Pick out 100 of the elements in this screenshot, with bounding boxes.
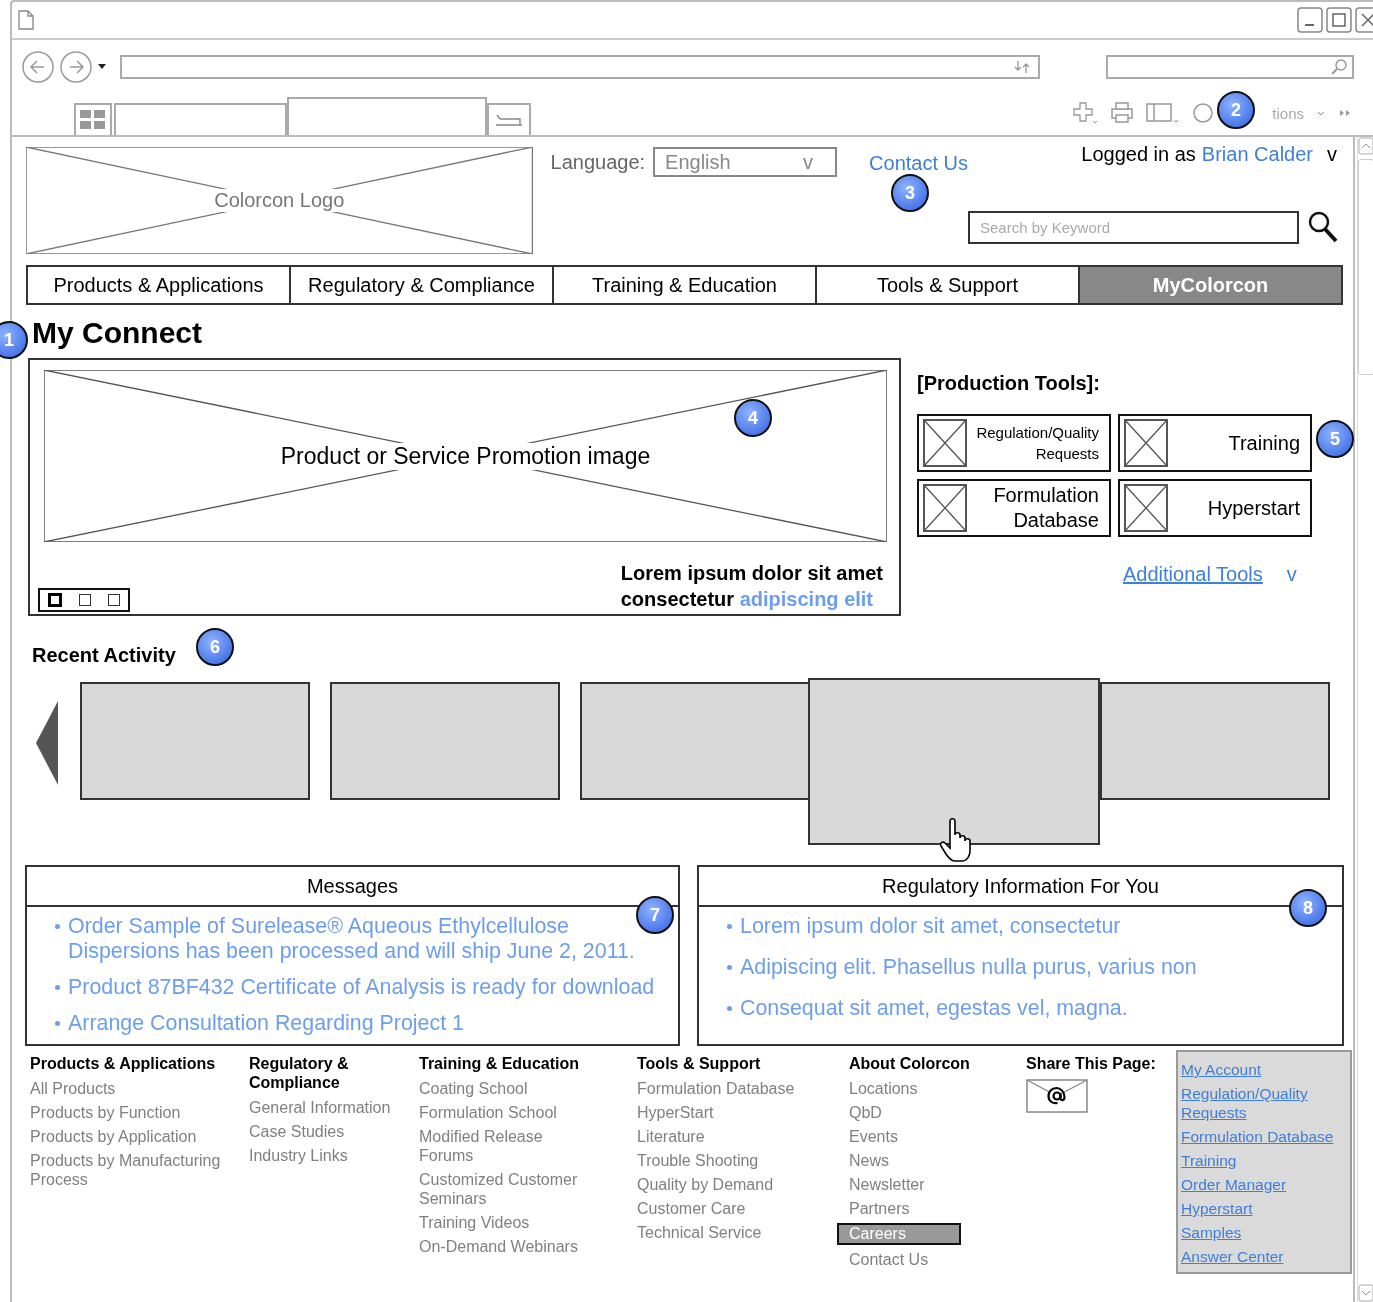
- dropdown-caret-icon[interactable]: [98, 64, 106, 70]
- footer-link[interactable]: Products by Application: [30, 1127, 230, 1146]
- footer-link[interactable]: Customized Customer Seminars: [419, 1170, 599, 1208]
- email-icon[interactable]: [1026, 1079, 1088, 1113]
- quick-link[interactable]: Regulation/Quality Requests: [1181, 1084, 1350, 1122]
- user-link[interactable]: Brian Calder: [1201, 143, 1313, 166]
- image-placeholder-icon: [923, 419, 967, 467]
- promo-link[interactable]: adipiscing elit: [739, 588, 874, 610]
- quick-link[interactable]: Samples: [1181, 1223, 1350, 1242]
- scrollbar[interactable]: [1357, 137, 1373, 1302]
- additional-tools-link[interactable]: Additional Tools: [1123, 563, 1263, 586]
- plus-icon[interactable]: [1072, 101, 1099, 125]
- footer-link[interactable]: Partners: [849, 1199, 910, 1218]
- close-icon[interactable]: [1355, 7, 1373, 33]
- nav-tab[interactable]: Training & Education: [552, 265, 817, 305]
- language-select[interactable]: English v: [653, 147, 838, 177]
- footer-link[interactable]: Events: [849, 1127, 898, 1146]
- bullet-icon: [727, 924, 732, 929]
- options-menu-label[interactable]: tions: [1272, 104, 1304, 122]
- nav-tab[interactable]: Products & Applications: [26, 265, 291, 305]
- quick-link[interactable]: Hyperstart: [1181, 1199, 1350, 1218]
- footer-link[interactable]: Locations: [849, 1079, 918, 1098]
- tab-grid-button[interactable]: [74, 103, 112, 135]
- regulatory-link[interactable]: Lorem ipsum dolor sit amet, consectetur: [740, 914, 1121, 939]
- footer-link[interactable]: Formulation Database: [637, 1079, 795, 1098]
- callout-marker: 2: [1217, 91, 1255, 129]
- circle-icon[interactable]: [1192, 102, 1215, 124]
- footer-link[interactable]: Products by Manufacturing Process: [30, 1151, 230, 1189]
- search-field[interactable]: Search by Keyword: [968, 210, 1299, 244]
- regulatory-link[interactable]: Adipiscing elit. Phasellus nulla purus, varius non: [740, 955, 1197, 980]
- minimize-icon[interactable]: [1297, 7, 1323, 33]
- footer-link[interactable]: Customer Care: [637, 1199, 746, 1218]
- browser-tab[interactable]: [114, 103, 287, 135]
- callout-marker: 7: [636, 896, 674, 934]
- scroll-down-icon[interactable]: [1358, 1284, 1373, 1302]
- grid-icon: [80, 110, 106, 130]
- user-menu-caret[interactable]: v: [1327, 143, 1337, 166]
- new-tab-button[interactable]: [487, 103, 531, 135]
- quick-link[interactable]: Formulation Database: [1181, 1127, 1350, 1146]
- chevrons-icon[interactable]: [1338, 108, 1352, 118]
- refresh-icon[interactable]: [1014, 60, 1030, 74]
- message-link[interactable]: Product 87BF432 Certificate of Analysis is ready for download: [68, 975, 655, 1000]
- footer-link[interactable]: Modified Release Forums: [419, 1127, 599, 1165]
- bullet-icon: [727, 965, 732, 970]
- footer-link[interactable]: Literature: [637, 1127, 705, 1146]
- footer-link[interactable]: News: [849, 1151, 889, 1170]
- print-icon[interactable]: [1110, 102, 1135, 124]
- quick-link[interactable]: My Account: [1181, 1060, 1350, 1079]
- footer-link[interactable]: Careers: [837, 1223, 961, 1245]
- section-heading: [Production Tools]:: [917, 372, 1101, 395]
- contact-link[interactable]: Contact Us: [869, 152, 968, 175]
- caret-icon[interactable]: [1316, 109, 1326, 117]
- address-field[interactable]: [120, 55, 1040, 79]
- tool-button[interactable]: Formulation Database: [917, 479, 1111, 537]
- footer-link[interactable]: Newsletter: [849, 1175, 925, 1194]
- footer-link[interactable]: Formulation School: [419, 1103, 599, 1122]
- previous-arrow-icon[interactable]: [36, 701, 60, 785]
- footer-link[interactable]: On-Demand Webinars: [419, 1237, 599, 1256]
- tool-button[interactable]: Training: [1118, 414, 1312, 472]
- footer-link[interactable]: General Information: [249, 1098, 391, 1117]
- nav-tab[interactable]: Tools & Support: [815, 265, 1080, 305]
- dropdown-caret[interactable]: v: [1286, 563, 1297, 586]
- activity-card[interactable]: [580, 682, 810, 800]
- footer-link[interactable]: Industry Links: [249, 1146, 348, 1165]
- message-link[interactable]: Arrange Consultation Regarding Project 1: [68, 1011, 464, 1036]
- footer-link[interactable]: Contact Us: [849, 1250, 929, 1269]
- footer-link[interactable]: Training Videos: [419, 1213, 599, 1232]
- scroll-up-icon[interactable]: [1358, 137, 1373, 155]
- nav-tab[interactable]: Regulatory & Compliance: [289, 265, 554, 305]
- regulatory-link[interactable]: Consequat sit amet, egestas vel, magna.: [740, 996, 1128, 1021]
- tool-button[interactable]: Hyperstart: [1118, 479, 1312, 537]
- browser-tab[interactable]: [287, 97, 487, 135]
- maximize-icon[interactable]: [1326, 7, 1352, 33]
- nav-tab[interactable]: MyColorcon: [1078, 265, 1343, 305]
- footer-link[interactable]: Technical Service: [637, 1223, 762, 1242]
- footer-link[interactable]: Case Studies: [249, 1122, 345, 1141]
- activity-card[interactable]: [1100, 682, 1330, 800]
- back-icon[interactable]: [22, 51, 54, 83]
- forward-icon[interactable]: [60, 51, 92, 83]
- page-icon: [18, 10, 34, 30]
- footer-link[interactable]: Products by Function: [30, 1103, 230, 1122]
- login-text: Logged in as: [1081, 143, 1196, 166]
- panel-icon[interactable]: [1146, 102, 1181, 124]
- promo-caption: consectetur: [620, 588, 735, 610]
- footer-link[interactable]: HyperStart: [637, 1103, 714, 1122]
- footer-link[interactable]: All Products: [30, 1079, 230, 1098]
- footer-link[interactable]: Coating School: [419, 1079, 599, 1098]
- callout-marker: 6: [196, 628, 234, 666]
- footer-link[interactable]: Trouble Shooting: [637, 1151, 759, 1170]
- activity-card[interactable]: [330, 682, 560, 800]
- activity-card[interactable]: [80, 682, 310, 800]
- tool-button[interactable]: Regulation/Quality Requests: [917, 414, 1111, 472]
- search-icon[interactable]: [1307, 210, 1339, 244]
- quick-link[interactable]: Answer Center: [1181, 1247, 1350, 1266]
- footer-link[interactable]: QbD: [849, 1103, 882, 1122]
- quick-link[interactable]: Training: [1181, 1151, 1350, 1170]
- scroll-thumb[interactable]: [1358, 159, 1373, 375]
- footer-link[interactable]: Quality by Demand: [637, 1175, 774, 1194]
- browser-search-field[interactable]: [1106, 55, 1354, 79]
- quick-link[interactable]: Order Manager: [1181, 1175, 1350, 1194]
